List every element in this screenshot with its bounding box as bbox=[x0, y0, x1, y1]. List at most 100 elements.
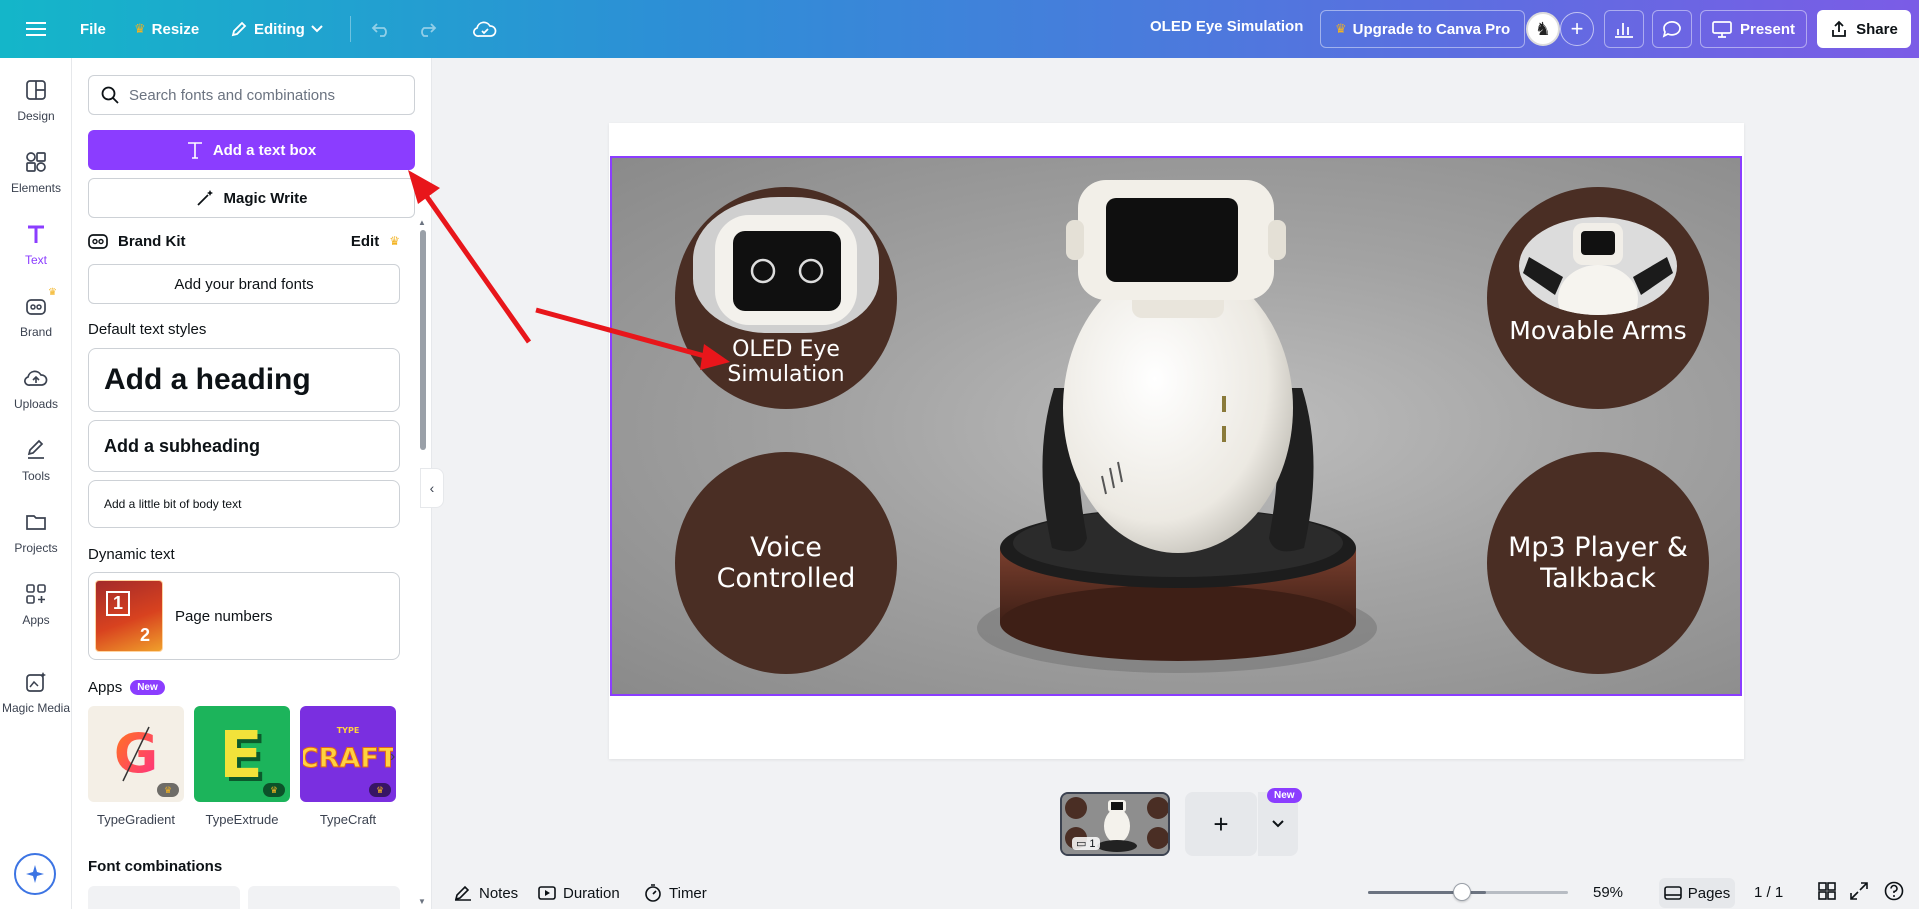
present-button[interactable]: Present bbox=[1700, 10, 1807, 48]
rail-item-projects[interactable]: Projects bbox=[0, 502, 72, 562]
svg-text:E: E bbox=[219, 719, 263, 789]
notes-icon bbox=[454, 885, 471, 901]
share-button[interactable]: Share bbox=[1817, 10, 1911, 48]
feature-label: Voice Controlled bbox=[716, 531, 856, 594]
rail-item-elements[interactable]: Elements bbox=[0, 142, 72, 202]
robot-image[interactable]: OLED Eye Simulation Movable Arms Voice C… bbox=[610, 156, 1742, 696]
feature-circle-oled[interactable]: OLED Eye Simulation bbox=[675, 187, 897, 409]
page-numbers-label: Page numbers bbox=[175, 607, 273, 625]
file-menu-button[interactable]: File bbox=[70, 10, 116, 48]
scroll-down-icon[interactable]: ▼ bbox=[418, 897, 426, 906]
page-count: 1 / 1 bbox=[1754, 884, 1784, 901]
magic-assistant-button[interactable] bbox=[14, 853, 56, 895]
add-text-box-button[interactable]: Add a text box bbox=[88, 130, 415, 170]
feature-circle-arms[interactable]: Movable Arms bbox=[1487, 187, 1709, 409]
feature-circle-mp3[interactable]: Mp3 Player & Talkback bbox=[1487, 452, 1709, 674]
crown-icon: ♛ bbox=[263, 783, 285, 797]
left-nav-rail: Design Elements Text ♛ Brand Uploads Too… bbox=[0, 58, 72, 909]
page-number-chip: ▭ 1 bbox=[1072, 837, 1100, 850]
rail-item-uploads[interactable]: Uploads bbox=[0, 358, 72, 418]
redo-button[interactable] bbox=[408, 10, 446, 48]
crown-icon: ♛ bbox=[1335, 21, 1347, 36]
feature-circle-voice[interactable]: Voice Controlled bbox=[675, 452, 897, 674]
page-thumbnail[interactable]: ▭ 1 bbox=[1060, 792, 1170, 856]
pages-button[interactable]: Pages bbox=[1659, 878, 1735, 908]
crown-icon: ♛ bbox=[157, 783, 179, 797]
feature-label: Movable Arms bbox=[1509, 316, 1687, 345]
crown-icon: ♛ bbox=[48, 287, 57, 298]
add-heading-card[interactable]: Add a heading bbox=[88, 348, 400, 412]
brand-kit-icon bbox=[88, 234, 108, 249]
timer-button[interactable]: Timer bbox=[638, 878, 713, 908]
toolbar-divider bbox=[350, 16, 351, 42]
main-menu-button[interactable] bbox=[17, 10, 55, 48]
add-page-button[interactable]: + bbox=[1185, 792, 1257, 856]
search-icon bbox=[101, 86, 119, 104]
fullscreen-button[interactable] bbox=[1850, 882, 1868, 900]
insights-button[interactable] bbox=[1604, 10, 1644, 48]
share-label: Share bbox=[1856, 20, 1898, 38]
magic-write-label: Magic Write bbox=[223, 189, 308, 207]
rail-item-apps[interactable]: Apps bbox=[0, 574, 72, 634]
brand-kit-row: Brand Kit Edit ♛ bbox=[88, 229, 400, 253]
rail-item-design[interactable]: Design bbox=[0, 70, 72, 130]
pages-icon bbox=[1663, 886, 1682, 900]
add-brand-fonts-button[interactable]: Add your brand fonts bbox=[88, 264, 400, 304]
font-combination-card[interactable] bbox=[88, 886, 240, 909]
annotation-arrow-up bbox=[417, 185, 532, 344]
zoom-slider-handle[interactable] bbox=[1453, 883, 1471, 901]
sparkle-icon bbox=[26, 865, 44, 883]
add-body-text-card[interactable]: Add a little bit of body text bbox=[88, 480, 400, 528]
layout-icon bbox=[23, 77, 49, 103]
page-numbers-thumbnail: 1 2 bbox=[95, 580, 163, 652]
typegradient-logo-icon: G bbox=[114, 722, 158, 785]
upgrade-pro-button[interactable]: ♛ Upgrade to Canva Pro bbox=[1320, 10, 1526, 48]
font-combination-card[interactable] bbox=[248, 886, 400, 909]
magic-write-button[interactable]: Magic Write bbox=[88, 178, 415, 218]
collapse-panel-button[interactable]: ‹ bbox=[420, 468, 444, 508]
cloud-save-button[interactable] bbox=[466, 10, 504, 48]
comments-button[interactable] bbox=[1652, 10, 1692, 48]
cloud-check-icon bbox=[473, 21, 497, 37]
hamburger-icon bbox=[26, 22, 46, 36]
brand-edit-link[interactable]: Edit bbox=[351, 233, 379, 250]
duration-button[interactable]: Duration bbox=[532, 878, 626, 908]
resize-button[interactable]: ♛ Resize bbox=[124, 10, 209, 48]
rail-label: Uploads bbox=[13, 397, 59, 411]
chevron-right-icon[interactable]: › bbox=[390, 748, 395, 766]
scroll-up-icon[interactable]: ▲ bbox=[418, 218, 426, 227]
upgrade-label: Upgrade to Canva Pro bbox=[1352, 20, 1511, 38]
app-typecraft-tile[interactable]: TYPE CRAFT ♛ bbox=[300, 706, 396, 802]
undo-button[interactable] bbox=[362, 10, 400, 48]
app-typeextrude-tile[interactable]: E E ♛ bbox=[194, 706, 290, 802]
typecraft-logo-icon: TYPE CRAFT bbox=[303, 726, 393, 775]
page-number-two: 2 bbox=[140, 625, 151, 645]
font-search-box[interactable] bbox=[88, 75, 415, 115]
plus-icon: + bbox=[1213, 808, 1229, 839]
zoom-level[interactable]: 59% bbox=[1593, 884, 1623, 901]
editing-mode-button[interactable]: Editing bbox=[220, 10, 333, 48]
notes-button[interactable]: Notes bbox=[448, 878, 524, 908]
editing-label: Editing bbox=[254, 20, 305, 38]
avatar[interactable]: ♞ bbox=[1526, 12, 1560, 46]
add-subheading-card[interactable]: Add a subheading bbox=[88, 420, 400, 472]
rail-item-magic-media[interactable]: Magic Media bbox=[0, 662, 72, 722]
document-title[interactable]: OLED Eye Simulation bbox=[1150, 18, 1303, 35]
notes-label: Notes bbox=[479, 884, 519, 902]
rail-item-brand[interactable]: ♛ Brand bbox=[0, 286, 72, 346]
invite-member-button[interactable]: + bbox=[1560, 12, 1594, 46]
search-input[interactable] bbox=[129, 86, 402, 104]
help-button[interactable] bbox=[1884, 881, 1904, 901]
brand-kit-label: Brand Kit bbox=[118, 232, 186, 250]
grid-view-button[interactable] bbox=[1818, 882, 1836, 900]
undo-icon bbox=[371, 23, 387, 37]
dynamic-text-title: Dynamic text bbox=[88, 546, 175, 563]
rail-item-tools[interactable]: Tools bbox=[0, 430, 72, 490]
panel-scrollbar[interactable] bbox=[420, 230, 426, 450]
page-numbers-card[interactable]: 1 2 Page numbers bbox=[88, 572, 400, 660]
app-label: TypeGradient bbox=[96, 812, 176, 827]
bar-chart-icon bbox=[1615, 23, 1633, 38]
rail-item-text[interactable]: Text bbox=[0, 214, 72, 274]
chevron-down-icon bbox=[1272, 820, 1284, 828]
app-typegradient-tile[interactable]: G ♛ bbox=[88, 706, 184, 802]
